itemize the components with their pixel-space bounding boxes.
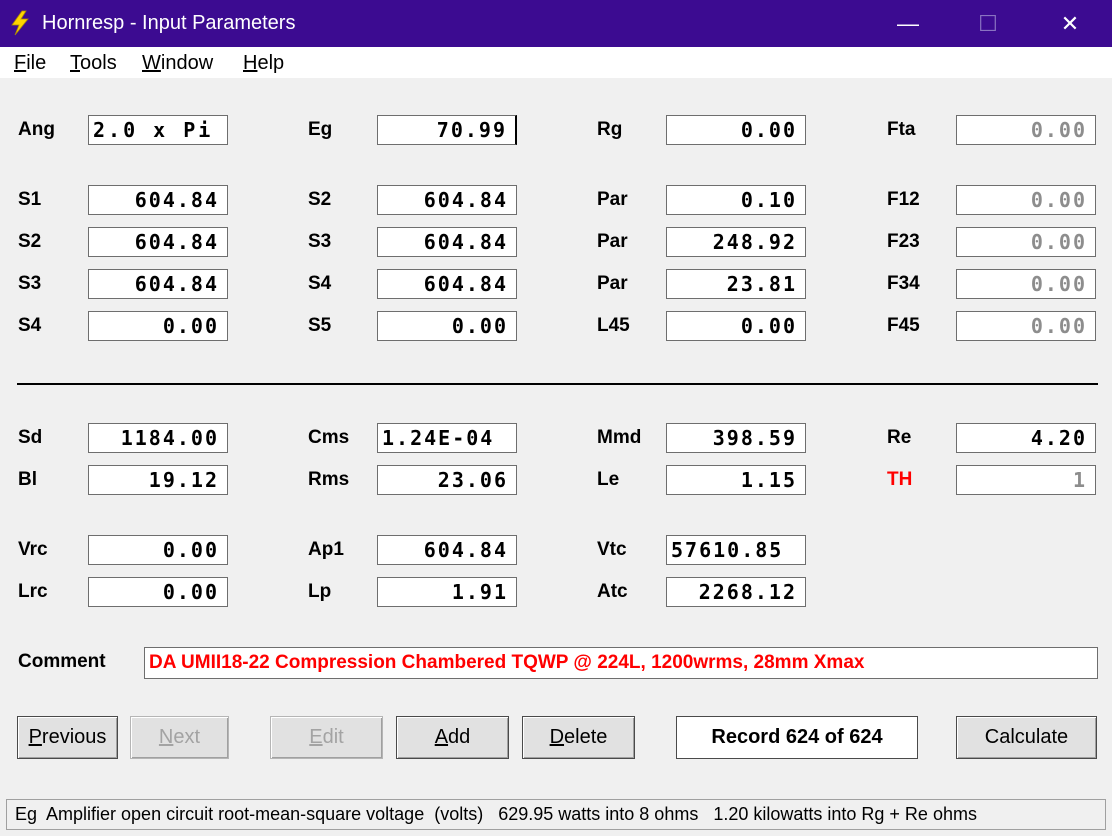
le-field[interactable]: 1.15	[666, 465, 806, 495]
label-s4: S4	[18, 315, 42, 336]
f23-field: 0.00	[956, 227, 1096, 257]
hornresp-window: Hornresp - Input Parameters — ☐ ✕ File T…	[0, 0, 1112, 836]
l45-field[interactable]: 0.00	[666, 311, 806, 341]
record-indicator: Record 624 of 624	[676, 716, 918, 759]
label-vrc: Vrc	[18, 539, 48, 560]
label-rms: Rms	[308, 469, 350, 490]
label-f12: F12	[887, 189, 920, 210]
label-atc: Atc	[597, 581, 628, 602]
par-field-1[interactable]: 0.10	[666, 185, 806, 215]
s2-field-col2[interactable]: 604.84	[377, 185, 517, 215]
label-lrc: Lrc	[18, 581, 48, 602]
comment-field[interactable]: DA UMII18-22 Compression Chambered TQWP …	[144, 647, 1098, 679]
label-f23: F23	[887, 231, 920, 252]
f12-field: 0.00	[956, 185, 1096, 215]
ang-field[interactable]: 2.0 x Pi	[88, 115, 228, 145]
label-par-1: Par	[597, 189, 628, 210]
atc-field[interactable]: 2268.12	[666, 577, 806, 607]
menu-help[interactable]: Help	[243, 52, 284, 75]
rg-field[interactable]: 0.00	[666, 115, 806, 145]
maximize-button[interactable]: ☐	[948, 0, 1028, 47]
f45-field: 0.00	[956, 311, 1096, 341]
label-cms: Cms	[308, 427, 350, 448]
eg-field[interactable]: 70.99	[377, 115, 517, 145]
edit-button: Edit	[270, 716, 383, 759]
label-sd: Sd	[18, 427, 43, 448]
s3-field[interactable]: 604.84	[88, 269, 228, 299]
label-le: Le	[597, 469, 620, 490]
label-fta: Fta	[887, 119, 916, 140]
label-ang: Ang	[18, 119, 55, 140]
window-title: Hornresp - Input Parameters	[42, 12, 296, 34]
ap1-field[interactable]: 604.84	[377, 535, 517, 565]
label-vtc: Vtc	[597, 539, 627, 560]
cms-field[interactable]: 1.24E-04	[377, 423, 517, 453]
vrc-field[interactable]: 0.00	[88, 535, 228, 565]
label-ap1: Ap1	[308, 539, 344, 560]
menu-file[interactable]: File	[14, 52, 46, 75]
bl-field[interactable]: 19.12	[88, 465, 228, 495]
label-rg: Rg	[597, 119, 623, 140]
label-mmd: Mmd	[597, 427, 642, 448]
re-field[interactable]: 4.20	[956, 423, 1096, 453]
calculate-button[interactable]: Calculate	[956, 716, 1097, 759]
label-s2-col2: S2	[308, 189, 332, 210]
label-s5: S5	[308, 315, 332, 336]
f34-field: 0.00	[956, 269, 1096, 299]
section-divider	[17, 383, 1098, 385]
rms-field[interactable]: 23.06	[377, 465, 517, 495]
s5-field[interactable]: 0.00	[377, 311, 517, 341]
vtc-field[interactable]: 57610.85	[666, 535, 806, 565]
label-f34: F34	[887, 273, 920, 294]
lp-field[interactable]: 1.91	[377, 577, 517, 607]
lrc-field[interactable]: 0.00	[88, 577, 228, 607]
label-re: Re	[887, 427, 912, 448]
label-lp: Lp	[308, 581, 332, 602]
label-s1: S1	[18, 189, 42, 210]
s3-field-col2[interactable]: 604.84	[377, 227, 517, 257]
label-eg: Eg	[308, 119, 333, 140]
s4-field-col2[interactable]: 604.84	[377, 269, 517, 299]
title-bar[interactable]: Hornresp - Input Parameters — ☐ ✕	[0, 0, 1112, 47]
mmd-field[interactable]: 398.59	[666, 423, 806, 453]
next-button: Next	[130, 716, 229, 759]
menu-window[interactable]: Window	[142, 52, 213, 75]
lightning-bolt-icon	[11, 10, 29, 36]
status-bar: Eg Amplifier open circuit root-mean-squa…	[6, 799, 1106, 830]
close-button[interactable]: ✕	[1030, 0, 1110, 47]
par-field-3[interactable]: 23.81	[666, 269, 806, 299]
label-l45: L45	[597, 315, 630, 336]
minimize-button[interactable]: —	[868, 0, 948, 47]
fta-field: 0.00	[956, 115, 1096, 145]
label-f45: F45	[887, 315, 920, 336]
previous-button[interactable]: Previous	[17, 716, 118, 759]
label-comment: Comment	[18, 651, 106, 672]
par-field-2[interactable]: 248.92	[666, 227, 806, 257]
label-s3: S3	[18, 273, 42, 294]
menu-tools[interactable]: Tools	[70, 52, 117, 75]
label-s2: S2	[18, 231, 42, 252]
th-field: 1	[956, 465, 1096, 495]
label-th[interactable]: TH	[887, 469, 912, 491]
s2-field[interactable]: 604.84	[88, 227, 228, 257]
s4-field[interactable]: 0.00	[88, 311, 228, 341]
sd-field[interactable]: 1184.00	[88, 423, 228, 453]
label-bl: Bl	[18, 469, 37, 490]
label-par-2: Par	[597, 231, 628, 252]
label-par-3: Par	[597, 273, 628, 294]
delete-button[interactable]: Delete	[522, 716, 635, 759]
label-s4-col2: S4	[308, 273, 332, 294]
label-s3-col2: S3	[308, 231, 332, 252]
add-button[interactable]: Add	[396, 716, 509, 759]
s1-field[interactable]: 604.84	[88, 185, 228, 215]
